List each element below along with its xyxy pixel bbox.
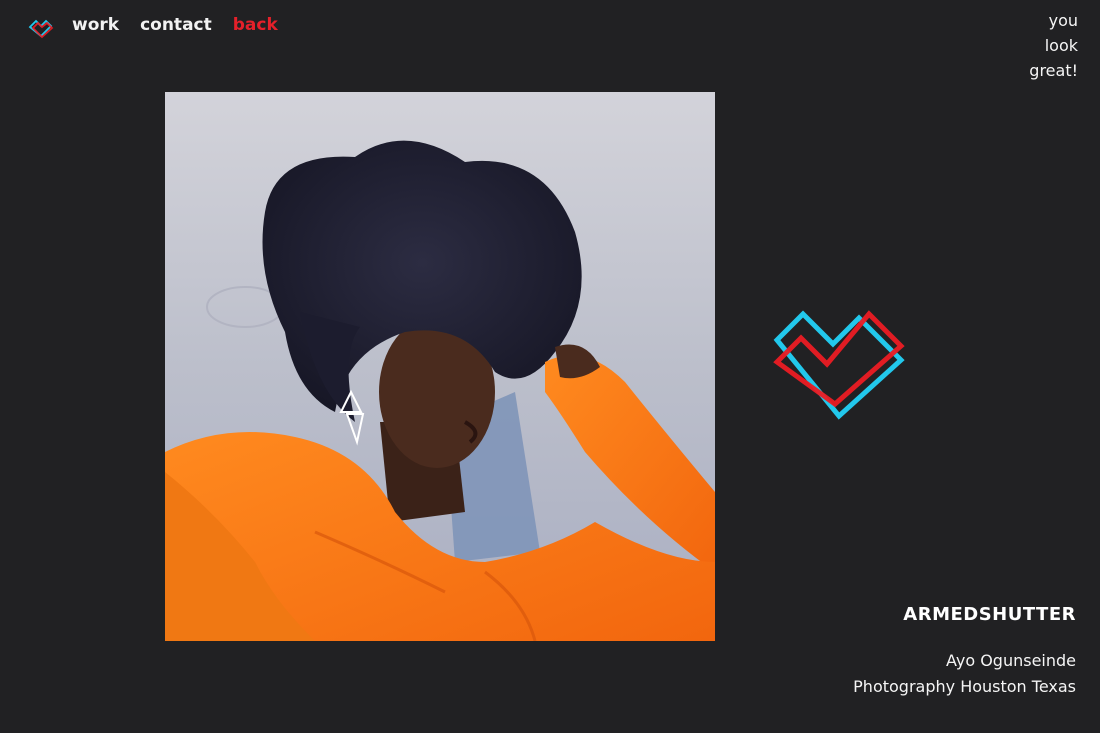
photographer-name: Ayo Ogunseinde	[946, 651, 1076, 670]
brand-name: ARMEDSHUTTER	[903, 604, 1076, 625]
photographer-location: Photography Houston Texas	[853, 677, 1076, 696]
tagline-line: you	[1048, 11, 1078, 30]
portrait-photo[interactable]	[165, 92, 715, 641]
double-heart-logo-icon	[773, 310, 905, 420]
double-heart-logo-icon[interactable]	[27, 14, 55, 42]
page: work contact back you look great! ARMEDS…	[0, 0, 1100, 733]
tagline: you look great!	[1029, 8, 1078, 83]
main-nav: work contact back	[72, 13, 278, 37]
portrait-illustration	[165, 92, 715, 641]
byline: Ayo Ogunseinde Photography Houston Texas	[853, 648, 1076, 700]
tagline-line: look	[1044, 36, 1078, 55]
nav-work-link[interactable]: work	[72, 13, 119, 37]
nav-back-link[interactable]: back	[233, 13, 278, 37]
nav-contact-link[interactable]: contact	[140, 13, 212, 37]
tagline-line: great!	[1029, 61, 1078, 80]
